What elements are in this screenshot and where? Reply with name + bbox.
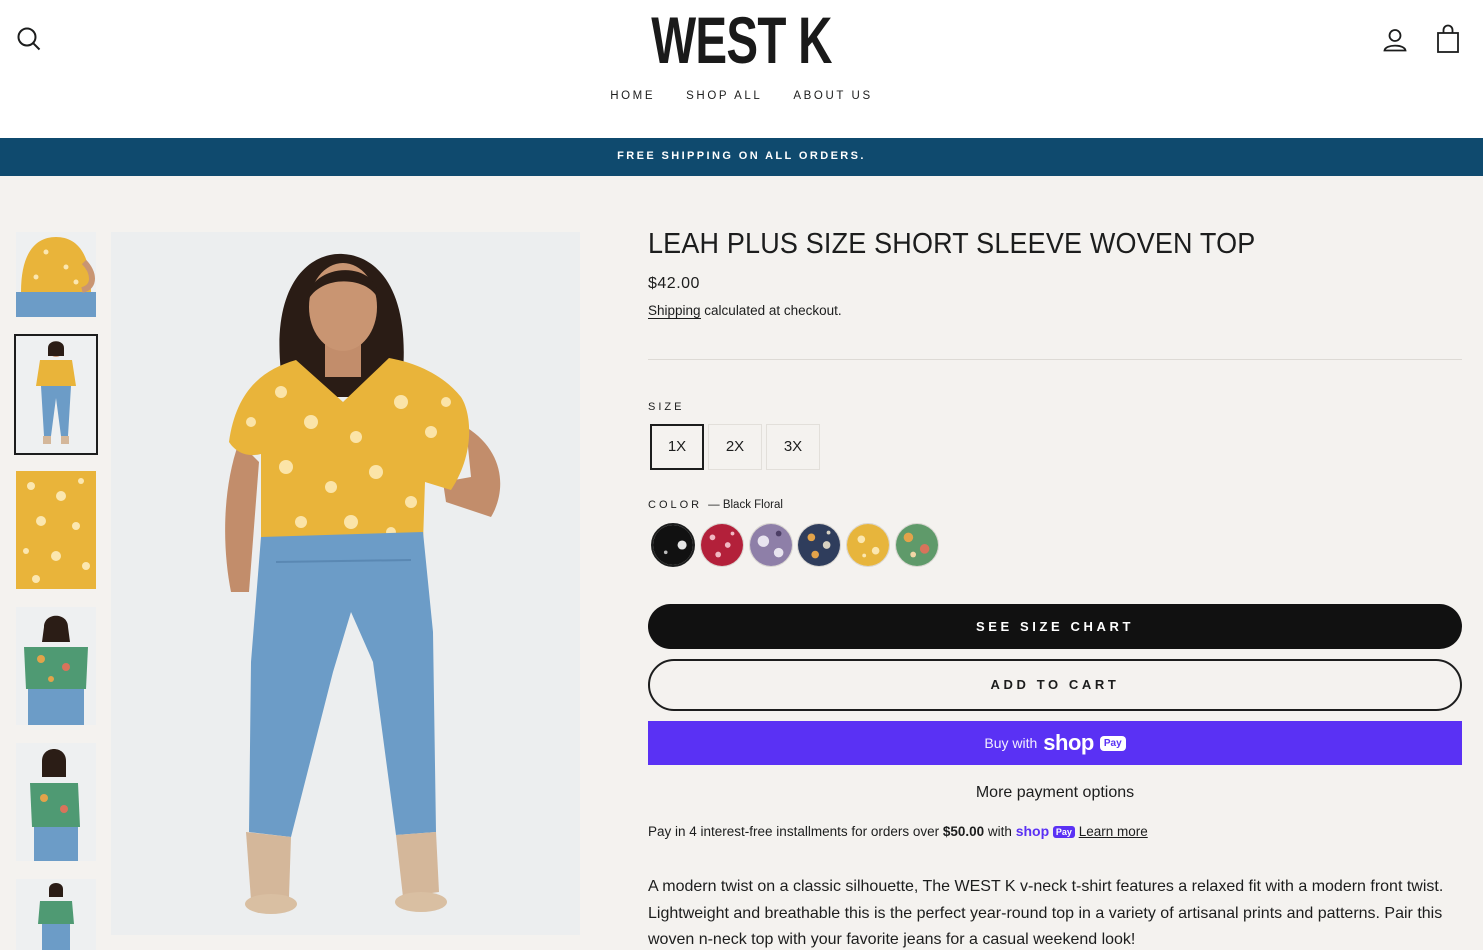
add-to-cart-button[interactable]: ADD TO CART xyxy=(648,659,1462,711)
account-icon[interactable] xyxy=(1381,26,1409,54)
product-price: $42.00 xyxy=(648,275,700,292)
color-label-text: COLOR xyxy=(648,499,703,511)
site-logo[interactable]: WEST K xyxy=(208,2,1276,78)
swatch-red-floral[interactable] xyxy=(700,523,744,567)
swatch-black-floral[interactable] xyxy=(651,523,695,567)
swatch-lavender-floral[interactable] xyxy=(749,523,793,567)
search-icon[interactable] xyxy=(16,26,42,52)
shoppay-inline-logo: shop xyxy=(1015,823,1050,839)
size-option-1x[interactable]: 1X xyxy=(650,424,704,470)
installments-text: Pay in 4 interest-free installments for … xyxy=(648,824,943,839)
installments-with: with xyxy=(984,824,1016,839)
shipping-note: Shipping calculated at checkout. xyxy=(648,303,842,319)
announcement-bar: FREE SHIPPING ON ALL ORDERS. xyxy=(0,138,1483,176)
divider xyxy=(648,359,1462,360)
shipping-note-text: calculated at checkout. xyxy=(700,303,842,318)
swatch-navy-floral[interactable] xyxy=(797,523,841,567)
product-thumbnail-6[interactable] xyxy=(16,879,96,950)
buy-with-shoppay-button[interactable]: Buy with shop Pay xyxy=(648,721,1462,765)
installments-note: Pay in 4 interest-free installments for … xyxy=(648,823,1148,839)
color-label: COLOR — Black Floral xyxy=(648,499,783,511)
product-description: A modern twist on a classic silhouette, … xyxy=(648,878,1444,948)
shoppay-logo: shop xyxy=(1043,730,1094,755)
product-thumbnail-1[interactable] xyxy=(16,232,96,317)
shipping-link[interactable]: Shipping xyxy=(648,303,701,319)
size-label: SIZE xyxy=(648,401,685,413)
nav-shop-all[interactable]: SHOP ALL xyxy=(686,90,762,102)
size-option-3x[interactable]: 3X xyxy=(766,424,820,470)
installments-amount: $50.00 xyxy=(942,824,985,839)
product-main-image[interactable] xyxy=(111,232,580,935)
product-thumbnail-5[interactable] xyxy=(16,743,96,861)
shoppay-inline-pay-badge: Pay xyxy=(1052,826,1075,838)
see-size-chart-button[interactable]: SEE SIZE CHART xyxy=(648,604,1462,649)
shoppay-buy-with-text: Buy with xyxy=(984,735,1038,751)
swatch-mustard-floral[interactable] xyxy=(846,523,890,567)
product-title: LEAH PLUS SIZE SHORT SLEEVE WOVEN TOP xyxy=(648,228,1256,260)
more-payment-options-link[interactable]: More payment options xyxy=(648,784,1462,802)
product-thumbnail-2[interactable] xyxy=(14,334,98,455)
site-header: WEST K HOME SHOP ALL ABOUT US xyxy=(0,0,1483,138)
main-nav: HOME SHOP ALL ABOUT US xyxy=(0,90,1483,102)
product-thumbnail-3[interactable] xyxy=(16,471,96,589)
shoppay-pay-badge: Pay xyxy=(1099,735,1126,751)
cart-icon[interactable] xyxy=(1434,24,1462,54)
color-selected-name: — Black Floral xyxy=(708,499,783,511)
product-thumbnail-4[interactable] xyxy=(16,607,96,725)
learn-more-link[interactable]: Learn more xyxy=(1079,824,1148,839)
size-option-2x[interactable]: 2X xyxy=(708,424,762,470)
nav-home[interactable]: HOME xyxy=(610,90,655,102)
swatch-green-floral[interactable] xyxy=(895,523,939,567)
nav-about-us[interactable]: ABOUT US xyxy=(793,90,872,102)
